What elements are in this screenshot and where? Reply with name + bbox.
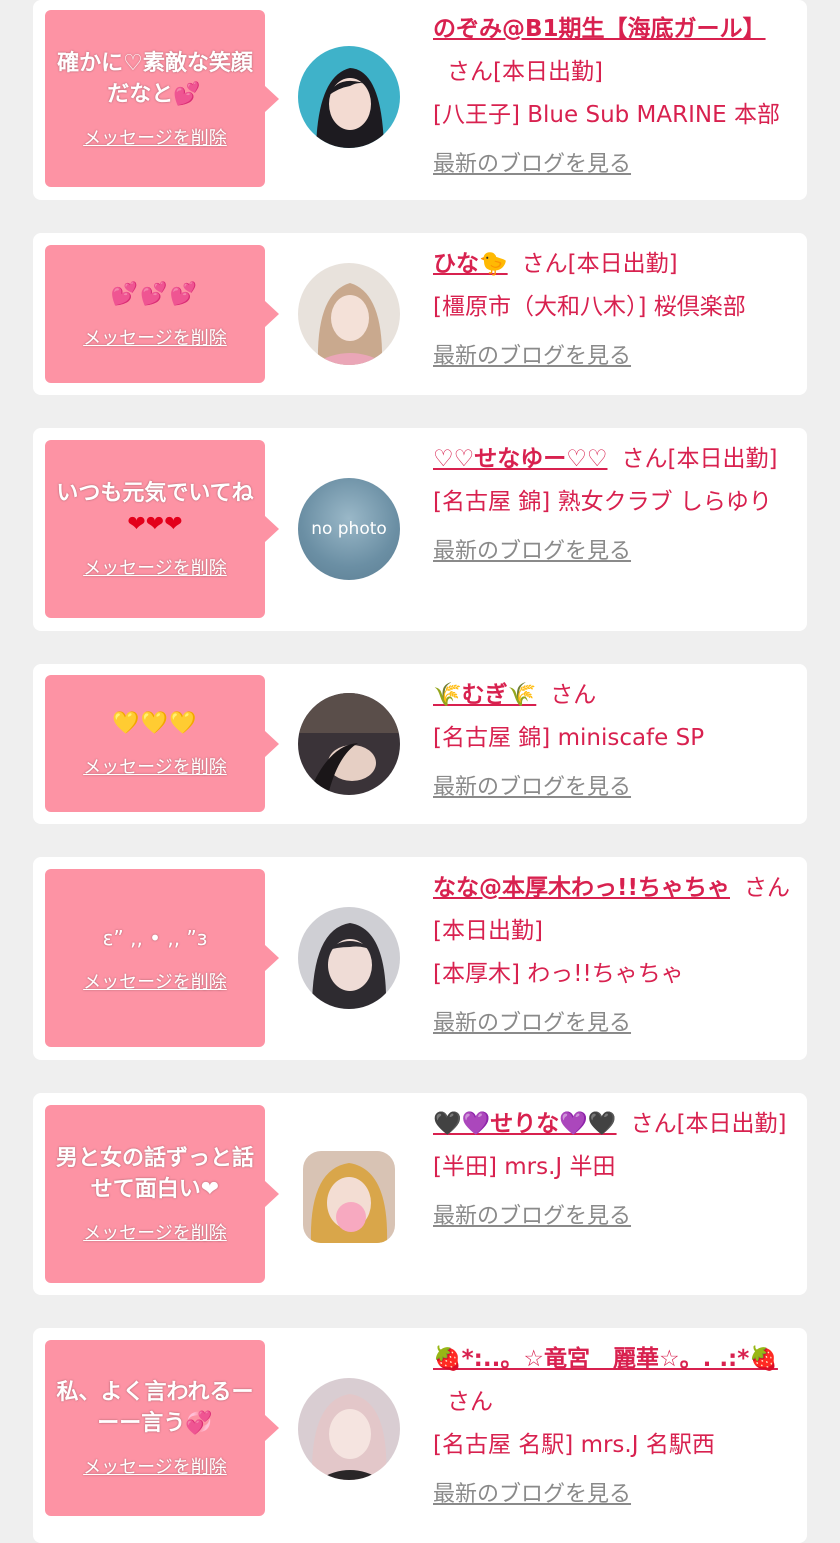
message-bubble: 男と女の話ずっと話せて面白い❤ メッセージを削除: [45, 1105, 279, 1283]
honorific: さん: [621, 446, 668, 472]
girl-name-link[interactable]: 🖤💜せりな💜🖤: [433, 1111, 617, 1137]
girl-name-link[interactable]: 🍓*:..。☆竜宮 麗華☆。. .:*🍓: [433, 1346, 778, 1372]
delete-message-link[interactable]: メッセージを削除: [83, 324, 227, 350]
delete-message-link[interactable]: メッセージを削除: [83, 1453, 227, 1479]
message-text: いつも元気でいてね❤❤❤: [56, 481, 254, 537]
girl-info: 🌾むぎ🌾 さん [名古屋 錦] miniscafe SP 最新のブログを見る: [433, 674, 798, 809]
shop-name: [名古屋 錦] 熟女クラブ しらゆり: [433, 489, 772, 515]
avatar[interactable]: [303, 1151, 395, 1243]
message-bubble: 確かに♡素敵な笑顔だなと💕 メッセージを削除: [45, 10, 279, 187]
shop-name: [本厚木] わっ!!ちゃちゃ: [433, 961, 684, 987]
girl-info: 🍓*:..。☆竜宮 麗華☆。. .:*🍓 さん [名古屋 名駅] mrs.J 名駅…: [433, 1338, 798, 1516]
honorific: さん: [743, 875, 790, 901]
message-text: ε” ,, • ,, ”з: [102, 925, 208, 950]
girl-name-link[interactable]: のぞみ@B1期生【海底ガール】: [433, 16, 766, 42]
message-card: 💕💕💕 メッセージを削除 ひな🐤 さん[本日出勤] [橿原市（大和八木）] 桜倶楽…: [33, 233, 807, 395]
honorific: さん: [521, 251, 568, 277]
honorific: さん: [630, 1111, 677, 1137]
message-card: 私、よく言われるーーー言う💞 メッセージを削除 🍓*:..。☆竜宮 麗華☆。. …: [33, 1328, 807, 1543]
view-blog-link[interactable]: 最新のブログを見る: [433, 766, 631, 809]
view-blog-link[interactable]: 最新のブログを見る: [433, 1473, 631, 1516]
message-bubble: 私、よく言われるーーー言う💞 メッセージを削除: [45, 1340, 279, 1516]
message-card: ε” ,, • ,, ”з メッセージを削除 なな@本厚木わっ!!ちゃちゃ さん […: [33, 857, 807, 1060]
avatar[interactable]: [298, 693, 400, 795]
view-blog-link[interactable]: 最新のブログを見る: [433, 143, 631, 186]
working-today-label: [本日出勤]: [433, 918, 543, 944]
message-text: 💛💛💛: [112, 711, 198, 736]
no-photo-placeholder: no photo: [298, 478, 400, 580]
message-bubble: 💕💕💕 メッセージを削除: [45, 245, 279, 383]
honorific: さん: [447, 1389, 493, 1415]
message-text: 私、よく言われるーーー言う💞: [56, 1380, 254, 1436]
message-list: 確かに♡素敵な笑顔だなと💕 メッセージを削除 のぞみ@B1期生【海底ガール】さん…: [0, 0, 840, 1543]
girl-info: 🖤💜せりな💜🖤 さん[本日出勤] [半田] mrs.J 半田 最新のブログを見る: [433, 1103, 798, 1238]
girl-name-link[interactable]: なな@本厚木わっ!!ちゃちゃ: [433, 875, 730, 901]
message-text: 確かに♡素敵な笑顔だなと💕: [57, 50, 253, 107]
working-today-label: [本日出勤]: [667, 446, 778, 472]
delete-message-link[interactable]: メッセージを削除: [83, 554, 227, 580]
shop-name: [名古屋 名駅] mrs.J 名駅西: [433, 1432, 715, 1458]
view-blog-link[interactable]: 最新のブログを見る: [433, 530, 631, 573]
message-card: 男と女の話ずっと話せて面白い❤ メッセージを削除 🖤💜せりな💜🖤 さん[本日出勤]…: [33, 1093, 807, 1295]
message-text: 男と女の話ずっと話せて面白い❤: [55, 1146, 254, 1202]
girl-name-link[interactable]: ひな🐤: [433, 251, 508, 277]
shop-name: [八王子] Blue Sub MARINE 本部: [433, 102, 780, 128]
honorific: さん: [447, 59, 493, 85]
girl-info: ひな🐤 さん[本日出勤] [橿原市（大和八木）] 桜倶楽部 最新のブログを見る: [433, 243, 798, 378]
avatar[interactable]: [298, 263, 400, 365]
view-blog-link[interactable]: 最新のブログを見る: [433, 1002, 631, 1045]
shop-name: [半田] mrs.J 半田: [433, 1154, 616, 1180]
girl-info: のぞみ@B1期生【海底ガール】さん[本日出勤] [八王子] Blue Sub M…: [433, 8, 798, 186]
message-bubble: いつも元気でいてね❤❤❤ メッセージを削除: [45, 440, 279, 618]
avatar[interactable]: [298, 46, 400, 148]
avatar[interactable]: [298, 907, 400, 1009]
message-text: 💕💕💕: [110, 281, 200, 307]
avatar[interactable]: no photo: [298, 478, 400, 580]
shop-name: [名古屋 錦] miniscafe SP: [433, 725, 705, 751]
avatar[interactable]: [298, 1378, 400, 1480]
girl-name-link[interactable]: 🌾むぎ🌾: [433, 682, 536, 708]
honorific: さん: [550, 682, 597, 708]
working-today-label: [本日出勤]: [676, 1111, 787, 1137]
delete-message-link[interactable]: メッセージを削除: [83, 124, 227, 150]
girl-info: なな@本厚木わっ!!ちゃちゃ さん [本日出勤] [本厚木] わっ!!ちゃちゃ 最新…: [433, 867, 798, 1045]
message-bubble: ε” ,, • ,, ”з メッセージを削除: [45, 869, 279, 1047]
delete-message-link[interactable]: メッセージを削除: [83, 968, 227, 994]
delete-message-link[interactable]: メッセージを削除: [83, 1219, 227, 1245]
working-today-label: [本日出勤]: [567, 251, 678, 277]
view-blog-link[interactable]: 最新のブログを見る: [433, 1195, 631, 1238]
working-today-label: [本日出勤]: [493, 59, 603, 85]
shop-name: [橿原市（大和八木）] 桜倶楽部: [433, 294, 746, 320]
girl-name-link[interactable]: ♡♡せなゆー♡♡: [433, 446, 607, 472]
message-card: 確かに♡素敵な笑顔だなと💕 メッセージを削除 のぞみ@B1期生【海底ガール】さん…: [33, 0, 807, 200]
girl-info: ♡♡せなゆー♡♡ さん[本日出勤] [名古屋 錦] 熟女クラブ しらゆり 最新のブ…: [433, 438, 798, 573]
view-blog-link[interactable]: 最新のブログを見る: [433, 335, 631, 378]
delete-message-link[interactable]: メッセージを削除: [83, 753, 227, 779]
message-bubble: 💛💛💛 メッセージを削除: [45, 675, 279, 812]
message-card: 💛💛💛 メッセージを削除 🌾むぎ🌾 さん [名古屋 錦] miniscafe SP…: [33, 664, 807, 824]
message-card: いつも元気でいてね❤❤❤ メッセージを削除 no photo ♡♡せなゆー♡♡ さ…: [33, 428, 807, 631]
